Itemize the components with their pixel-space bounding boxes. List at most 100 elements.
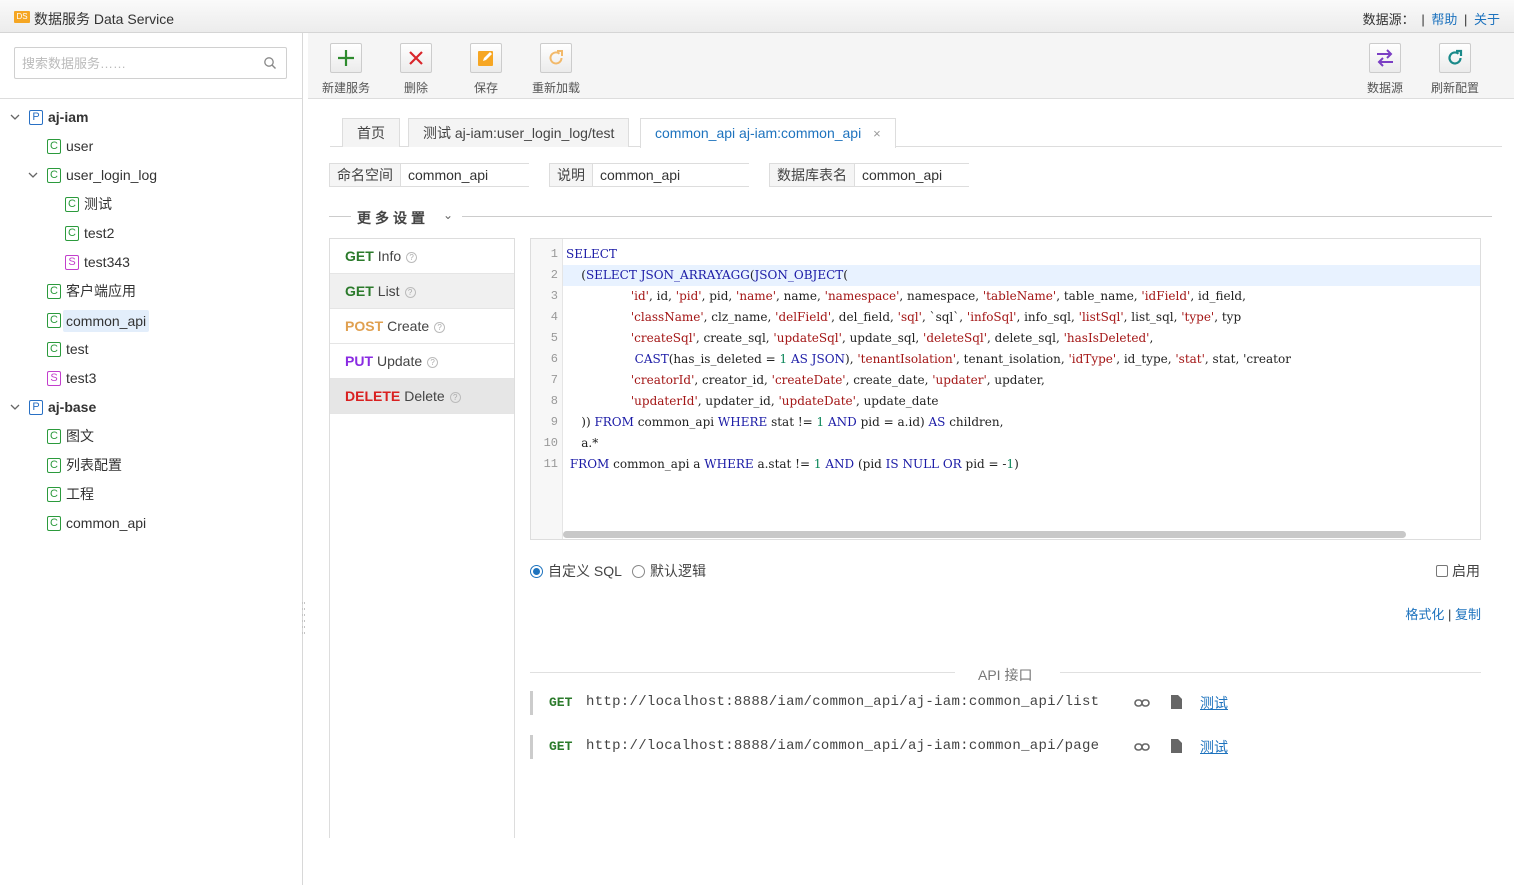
enable-checkbox[interactable]: 启用 [1436,561,1480,581]
tree-item-label: test3 [66,370,97,386]
tree-project-node[interactable]: Paj-base [0,393,302,422]
namespace-input[interactable] [401,164,529,186]
tab-test[interactable]: 测试 aj-iam:user_login_log/test [408,118,630,147]
crud-service-icon: C [47,458,61,473]
tree-item-label: 客户端应用 [66,283,136,299]
chevron-down-icon[interactable]: ⌄ [443,208,453,222]
code-line: 'className', clz_name, 'delField', del_f… [630,310,1242,324]
custom-sql-radio[interactable]: 自定义 SQL [530,561,622,581]
method-item-delete[interactable]: DELETE Delete? [330,379,514,414]
editor-actions: 格式化 | 复制 [1405,604,1481,623]
crud-service-icon: C [65,226,79,241]
tree-item[interactable]: C 客户端应用 [0,277,302,306]
table-name-input[interactable] [855,164,969,186]
delete-button[interactable]: 删除 [386,43,446,99]
app-logo: DS [14,11,30,23]
crud-service-icon: C [47,342,61,357]
line-number: 7 [550,373,558,387]
tree-item-label: common_api [63,310,150,332]
method-list: GET Info? GET List? POST Create? PUT Update? DEL… [329,238,515,838]
method-item-update[interactable]: PUT Update? [330,344,514,379]
link-icon[interactable] [1134,697,1150,709]
sql-service-icon: S [65,255,79,270]
save-button[interactable]: 保存 [456,43,516,99]
default-logic-radio[interactable]: 默认逻辑 [632,561,706,581]
reload-button[interactable]: 重新加载 [526,43,586,99]
search-area [0,33,302,99]
tab-common-api[interactable]: common_api aj-iam:common_api × [640,118,896,148]
tree-item[interactable]: C 列表配置 [0,451,302,480]
method-verb: DELETE [345,388,401,404]
sql-service-icon: S [47,371,61,386]
refresh-config-button[interactable]: 刷新配置 [1425,43,1485,99]
copy-link[interactable]: 复制 [1455,607,1481,622]
datasource-label: 数据源 [1366,81,1403,95]
delete-label: 删除 [403,81,428,95]
datasource-button[interactable]: 数据源 [1355,43,1415,99]
about-link[interactable]: 关于 [1474,12,1500,27]
link-icon[interactable] [1134,741,1150,753]
search-icon[interactable] [263,56,277,70]
refresh-icon [1439,43,1471,73]
api-verb: GET [549,695,573,710]
line-number: 8 [550,394,558,408]
tree-item[interactable]: Ccommon_api [0,306,302,335]
document-icon[interactable] [1170,695,1182,709]
help-icon[interactable]: ? [434,321,446,333]
tree-item[interactable]: Stest343 [0,248,302,277]
tree-item-label: 工程 [66,486,94,502]
code-line: SELECT [566,247,617,261]
line-number: 5 [550,331,558,345]
tree-item[interactable]: Ctest2 [0,219,302,248]
more-settings-toggle[interactable]: 更多设置 [357,208,429,228]
help-icon[interactable]: ? [404,286,416,298]
tree-project-node[interactable]: Paj-iam [0,103,302,132]
sql-editor[interactable]: 1 2 3 4 5 6 7 8 9 10 11 SELECT (SELECT JSON_ARRAYA… [530,238,1481,540]
tree-item[interactable]: Stest3 [0,364,302,393]
method-verb: POST [345,318,384,334]
project-icon: P [29,400,43,415]
radio-selected-icon [530,564,543,578]
help-link[interactable]: 帮助 [1431,12,1457,27]
format-link[interactable]: 格式化 [1405,607,1444,622]
method-item-info[interactable]: GET Info? [330,239,514,274]
tree-item[interactable]: Ctest [0,335,302,364]
chevron-down-icon[interactable] [28,161,40,190]
tree-item[interactable]: C 工程 [0,480,302,509]
tree-item-label: common_api [66,515,147,531]
crud-service-icon: C [47,487,61,502]
line-number: 2 [550,268,558,282]
tree-item[interactable]: C 测试 [0,190,302,219]
tree-item[interactable]: C 图文 [0,422,302,451]
tree-item-label: 测试 [84,196,112,212]
code-line: 'createSql', create_sql, 'updateSql', up… [630,331,1154,345]
method-item-list[interactable]: GET List? [330,274,514,309]
close-icon[interactable]: × [873,126,881,141]
tree-item-label: 图文 [66,428,94,444]
tree-item[interactable]: Ccommon_api [0,509,302,538]
code-line: a.* [566,436,599,450]
test-link[interactable]: 测试 [1200,737,1228,757]
document-icon[interactable] [1170,739,1182,753]
chevron-down-icon[interactable] [10,393,22,422]
search-input[interactable] [14,47,287,79]
help-icon[interactable]: ? [406,251,418,263]
service-tree: Paj-iam Cuser Cuser_login_log C 测试 Ctest2 Stes… [0,103,302,538]
panel-splitter[interactable] [301,600,306,636]
new-service-button[interactable]: 新建服务 [316,43,376,99]
chevron-down-icon[interactable] [10,103,22,132]
tree-item[interactable]: Cuser_login_log [0,161,302,190]
tree-item[interactable]: Cuser [0,132,302,161]
method-item-create[interactable]: POST Create? [330,309,514,344]
description-input[interactable] [593,164,749,186]
help-icon[interactable]: ? [449,391,461,403]
method-name: Delete [404,388,445,404]
help-icon[interactable]: ? [427,356,439,368]
tab-home[interactable]: 首页 [342,118,400,147]
tab-label: common_api aj-iam:common_api [655,125,862,141]
crud-service-icon: C [47,516,61,531]
reload-label: 重新加载 [531,81,580,95]
test-link[interactable]: 测试 [1200,693,1228,713]
crud-service-icon: C [47,429,61,444]
horizontal-scrollbar[interactable] [563,531,1406,538]
